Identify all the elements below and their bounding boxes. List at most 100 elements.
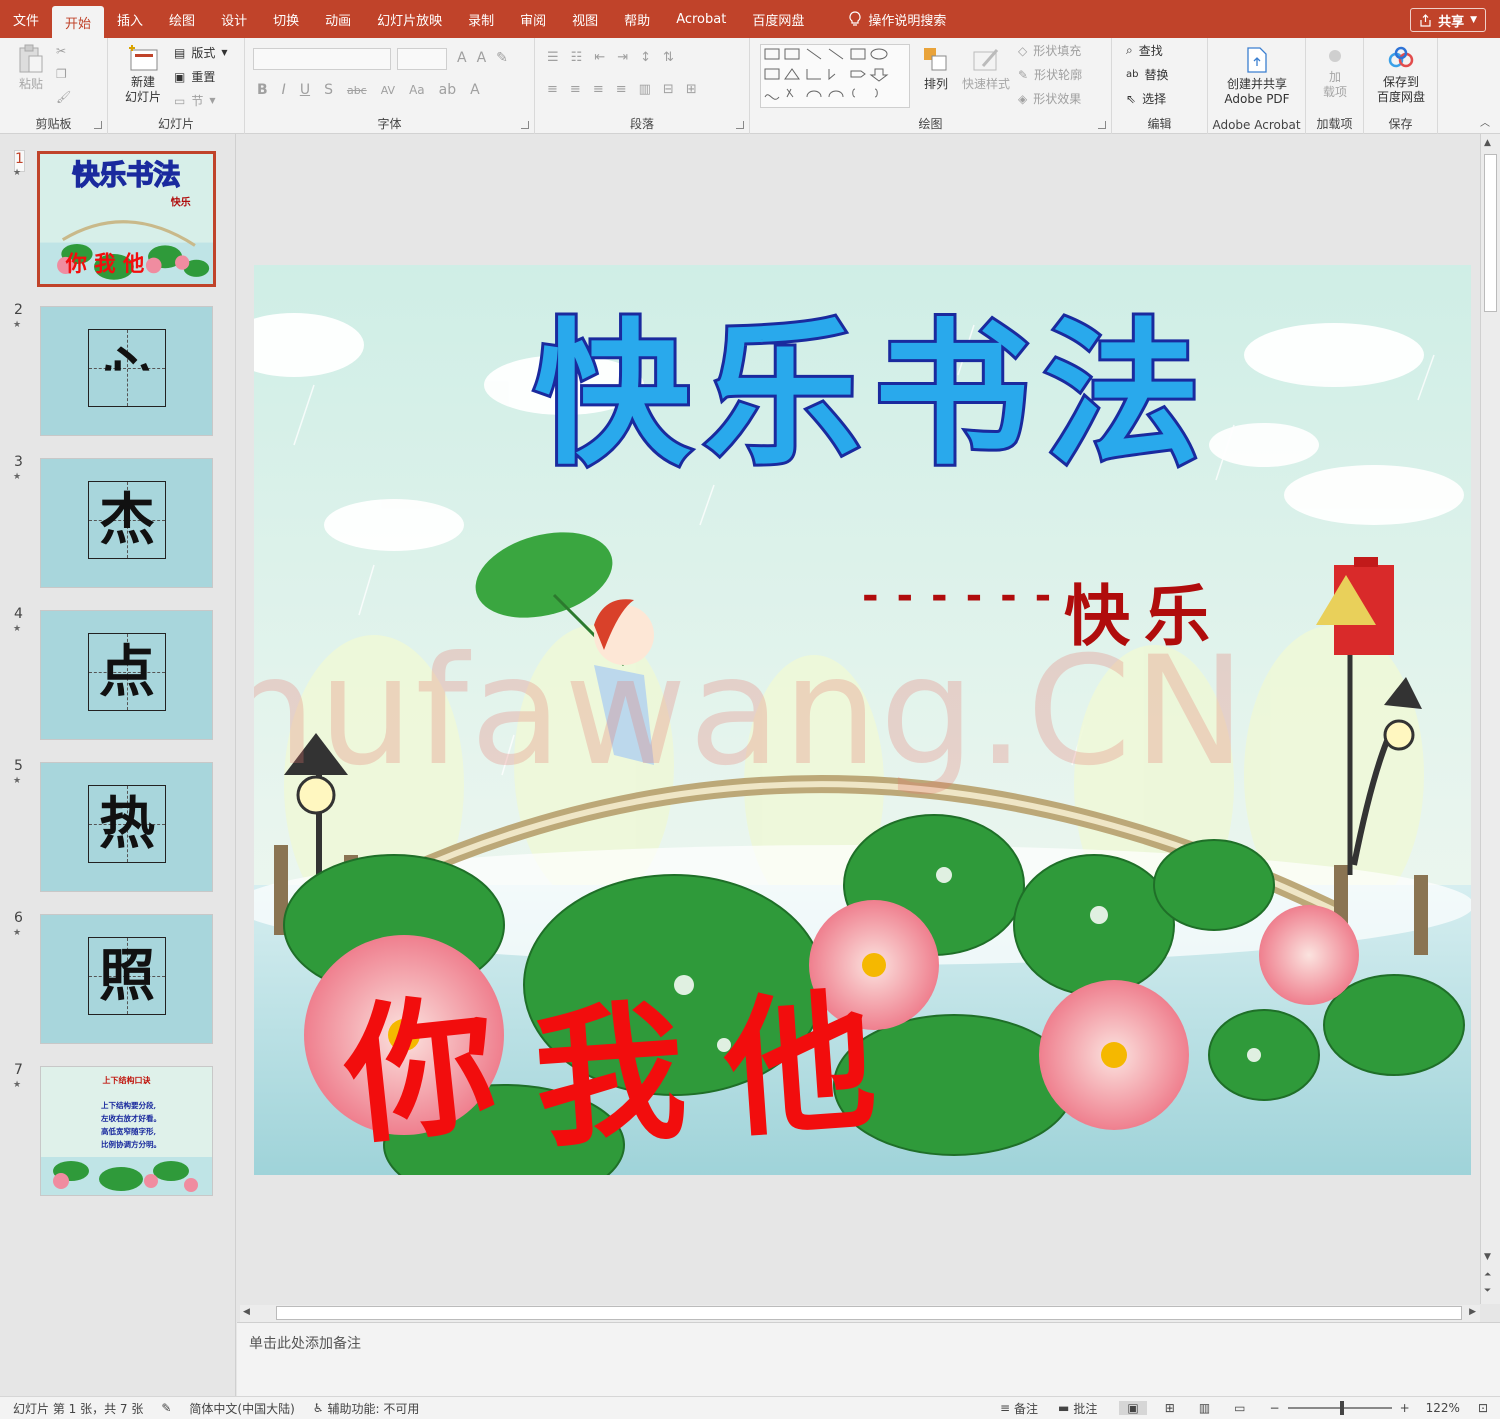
tab-acrobat[interactable]: Acrobat xyxy=(663,0,739,38)
slide-subtitle[interactable]: 快乐 xyxy=(1064,563,1224,659)
shrink-font-icon[interactable]: A xyxy=(477,50,487,66)
slide-thumbnail-7[interactable]: 上下结构口诀 上下结构要分段, 左收右放才好看。 高低宽窄随字形, 比例协调方分… xyxy=(40,1066,213,1196)
tab-home[interactable]: 开始 xyxy=(52,6,105,38)
zoom-slider-thumb[interactable] xyxy=(1339,1401,1344,1415)
italic-icon[interactable]: I xyxy=(282,82,286,98)
decrease-indent-icon[interactable]: ⇤ xyxy=(594,50,605,65)
comments-button[interactable]: 批注 xyxy=(1073,1400,1097,1417)
columns-icon[interactable]: ▥ xyxy=(639,82,651,97)
justify-icon[interactable]: ≡ xyxy=(616,82,627,97)
text-direction-icon[interactable]: ⇅ xyxy=(663,50,674,65)
scroll-thumb[interactable] xyxy=(1484,154,1497,312)
notes-pane[interactable]: 单击此处添加备注 xyxy=(237,1322,1500,1396)
increase-indent-icon[interactable]: ⇥ xyxy=(617,50,628,65)
strikethrough-icon[interactable]: abc xyxy=(347,84,367,97)
slide-thumbnail-4[interactable]: 点 xyxy=(40,610,213,740)
scroll-right-icon[interactable]: ▶ xyxy=(1469,1307,1476,1317)
char-spacing-icon[interactable]: AV xyxy=(381,84,395,97)
slide-title[interactable]: 快乐书法 xyxy=(531,302,1234,488)
spell-check-icon[interactable]: ✎ xyxy=(161,1401,171,1415)
align-center-icon[interactable]: ≡ xyxy=(570,82,581,97)
find-button[interactable]: ⌕ 查找 xyxy=(1126,42,1163,59)
zoom-slider[interactable] xyxy=(1287,1401,1392,1415)
h-scroll-thumb[interactable] xyxy=(276,1306,1462,1320)
shapes-gallery[interactable] xyxy=(760,44,910,108)
change-case-icon[interactable]: Aa xyxy=(409,83,425,97)
bold-icon[interactable]: B xyxy=(257,82,268,98)
font-launcher[interactable] xyxy=(521,121,529,129)
copy-icon[interactable]: ❐ xyxy=(56,67,67,81)
zoom-in-icon[interactable]: + xyxy=(1400,1401,1410,1415)
tab-insert[interactable]: 插入 xyxy=(104,0,156,38)
arrange-button[interactable]: 排列 xyxy=(916,46,956,92)
numbering-icon[interactable]: ☷ xyxy=(571,50,583,65)
bottom-char-ni[interactable]: 你 xyxy=(333,943,505,1174)
save-to-netdisk-button[interactable]: 保存到 百度网盘 xyxy=(1368,46,1434,105)
zoom-out-icon[interactable]: − xyxy=(1270,1401,1280,1415)
clipboard-launcher[interactable] xyxy=(94,121,102,129)
create-share-pdf-button[interactable]: 创建并共享 Adobe PDF xyxy=(1214,46,1300,107)
tab-record[interactable]: 录制 xyxy=(455,0,507,38)
next-slide-icon[interactable]: ⏷ xyxy=(1484,1286,1491,1296)
tab-design[interactable]: 设计 xyxy=(208,0,260,38)
grow-font-icon[interactable]: A xyxy=(457,50,467,66)
new-slide-button[interactable]: 新建 幻灯片 xyxy=(116,44,170,105)
align-right-icon[interactable]: ≡ xyxy=(593,82,604,97)
tell-me-search[interactable]: 操作说明搜索 xyxy=(835,0,959,38)
tab-help[interactable]: 帮助 xyxy=(611,0,663,38)
section-button[interactable]: ▭ 节 ▼ xyxy=(174,92,216,109)
shape-outline-button[interactable]: ✎ 形状轮廓 xyxy=(1018,66,1082,83)
language-indicator[interactable]: 简体中文(中国大陆) xyxy=(189,1400,294,1417)
scroll-up-icon[interactable]: ▲ xyxy=(1484,138,1491,148)
font-size-select[interactable] xyxy=(397,48,447,70)
scroll-down-icon[interactable]: ▼ xyxy=(1484,1252,1491,1262)
slide-thumbnail-2[interactable]: 心 xyxy=(40,306,213,436)
normal-view-icon[interactable]: ▣ xyxy=(1119,1401,1147,1415)
current-slide[interactable]: Shufawang.CN 快乐书法 - - - - - - 快乐 你 我 他 xyxy=(254,265,1471,1175)
slide-sorter-icon[interactable]: ⊞ xyxy=(1165,1401,1175,1415)
slide-thumbnail-5[interactable]: 热 xyxy=(40,762,213,892)
tab-slideshow[interactable]: 幻灯片放映 xyxy=(364,0,455,38)
font-name-select[interactable] xyxy=(253,48,391,70)
clear-format-icon[interactable]: ✎ xyxy=(496,50,508,66)
tab-file[interactable]: 文件 xyxy=(0,0,52,38)
align-text-icon[interactable]: ⊟ xyxy=(663,82,674,97)
tab-baidu-netdisk[interactable]: 百度网盘 xyxy=(739,0,817,38)
share-button[interactable]: 共享 ▼ xyxy=(1410,8,1486,32)
reading-view-icon[interactable]: ▥ xyxy=(1199,1401,1210,1415)
slide-thumbnail-3[interactable]: 杰 xyxy=(40,458,213,588)
collapse-ribbon-icon[interactable]: ︿ xyxy=(1480,114,1490,129)
fit-to-window-icon[interactable]: ⊡ xyxy=(1478,1401,1488,1415)
paragraph-launcher[interactable] xyxy=(736,121,744,129)
scroll-left-icon[interactable]: ◀ xyxy=(243,1307,250,1317)
shape-effects-button[interactable]: ◈ 形状效果 xyxy=(1018,90,1081,107)
accessibility-status[interactable]: 辅助功能: 不可用 xyxy=(328,1400,420,1417)
notes-placeholder[interactable]: 单击此处添加备注 xyxy=(249,1333,361,1353)
shadow-icon[interactable]: S xyxy=(324,82,333,98)
vertical-scrollbar[interactable]: ▲ ▼ ⏶ ⏷ xyxy=(1480,134,1500,1304)
paste-button[interactable]: 粘贴 xyxy=(14,44,48,92)
shape-fill-button[interactable]: ◇ 形状填充 xyxy=(1018,42,1081,59)
slideshow-icon[interactable]: ▭ xyxy=(1234,1401,1245,1415)
tab-transitions[interactable]: 切换 xyxy=(260,0,312,38)
bullets-icon[interactable]: ☰ xyxy=(547,50,559,65)
drawing-launcher[interactable] xyxy=(1098,121,1106,129)
layout-button[interactable]: ▤ 版式 ▼ xyxy=(174,44,228,61)
replace-button[interactable]: ab 替换 xyxy=(1126,66,1169,83)
tab-view[interactable]: 视图 xyxy=(559,0,611,38)
tab-animations[interactable]: 动画 xyxy=(312,0,364,38)
smartart-icon[interactable]: ⊞ xyxy=(686,82,697,97)
select-button[interactable]: ⇖ 选择 xyxy=(1126,90,1166,107)
tab-draw[interactable]: 绘图 xyxy=(156,0,208,38)
previous-slide-icon[interactable]: ⏶ xyxy=(1484,1270,1491,1280)
bottom-char-wo[interactable]: 我 xyxy=(527,950,692,1175)
tab-review[interactable]: 审阅 xyxy=(507,0,559,38)
align-left-icon[interactable]: ≡ xyxy=(547,82,558,97)
bottom-char-ta[interactable]: 他 xyxy=(717,940,882,1167)
slide-thumbnail-6[interactable]: 照 xyxy=(40,914,213,1044)
reset-button[interactable]: ▣ 重置 xyxy=(174,68,215,85)
slide-thumbnail-1[interactable]: 快乐书法 快乐 你 我 他 xyxy=(37,151,216,287)
format-painter-icon[interactable]: 🖌 xyxy=(56,90,71,104)
zoom-level[interactable]: 122% xyxy=(1426,1401,1460,1415)
highlight-icon[interactable]: ab xyxy=(439,82,456,98)
